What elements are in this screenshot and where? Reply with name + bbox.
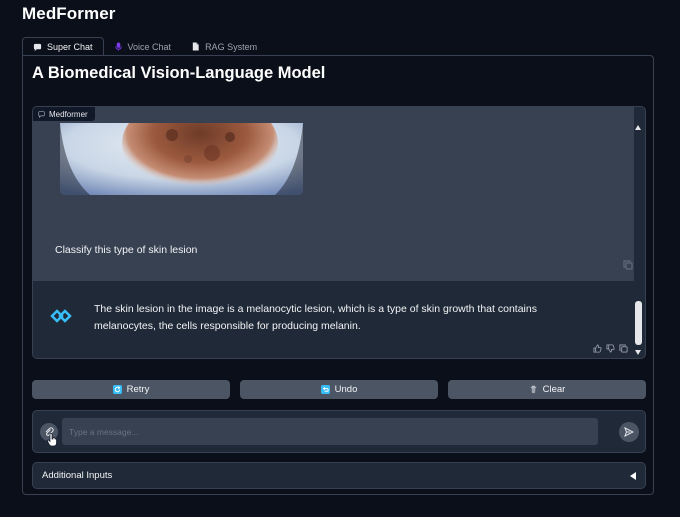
message-actions: [593, 344, 628, 353]
message-input[interactable]: [62, 418, 598, 445]
trash-icon: [530, 385, 536, 394]
chat-action-buttons: Retry Undo Clear: [32, 380, 646, 399]
chatbot-label-text: Medformer: [49, 109, 88, 119]
page-heading: A Biomedical Vision-Language Model: [32, 64, 326, 82]
caret-left-icon: [630, 471, 636, 480]
tab-label: Super Chat: [47, 42, 93, 52]
scroll-down-arrow[interactable]: [635, 350, 641, 355]
copy-icon[interactable]: [623, 260, 633, 270]
thumbs-up-icon[interactable]: [593, 344, 602, 353]
scroll-thumb[interactable]: [635, 301, 642, 345]
accordion-label: Additional Inputs: [42, 470, 113, 481]
retry-button[interactable]: Retry: [32, 380, 230, 399]
thumbs-down-icon[interactable]: [606, 344, 615, 353]
user-message: Classify this type of skin lesion: [33, 107, 634, 281]
tab-voice-chat[interactable]: Voice Chat: [104, 37, 182, 56]
skin-lesion-image: [60, 123, 303, 195]
scroll-up-arrow[interactable]: [635, 125, 641, 130]
bot-message: The skin lesion in the image is a melano…: [33, 281, 634, 358]
chatbot-label: Medformer: [33, 107, 96, 122]
copy-icon[interactable]: [619, 344, 628, 353]
bot-message-text: The skin lesion in the image is a melano…: [94, 303, 537, 332]
chatbot: Medformer Classify this type of skin les…: [32, 106, 646, 359]
chat-icon: [38, 110, 45, 118]
send-icon: [624, 427, 634, 437]
tab-super-chat[interactable]: Super Chat: [22, 37, 104, 56]
chat-scrollbar[interactable]: [634, 125, 643, 355]
undo-button[interactable]: Undo: [240, 380, 438, 399]
clear-label: Clear: [542, 384, 566, 395]
message-composer: [32, 410, 646, 453]
retry-label: Retry: [126, 384, 150, 395]
super-chat-panel: A Biomedical Vision-Language Model Medfo…: [22, 55, 654, 495]
hand-cursor-icon: [47, 433, 57, 447]
clear-button[interactable]: Clear: [448, 380, 646, 399]
user-message-text: Classify this type of skin lesion: [55, 244, 198, 256]
chat-bubble-icon: [33, 43, 42, 51]
undo-icon: [320, 385, 330, 394]
microphone-icon: [114, 42, 122, 51]
tab-label: Voice Chat: [127, 41, 172, 52]
bot-avatar-icon: [50, 309, 72, 323]
send-button[interactable]: [619, 422, 639, 442]
tab-bar: Super Chat Voice Chat RAG System: [22, 37, 267, 56]
tab-label: RAG System: [205, 41, 258, 52]
additional-inputs-accordion[interactable]: Additional Inputs: [32, 462, 646, 489]
app-title: MedFormer: [22, 4, 116, 23]
retry-icon: [112, 385, 122, 394]
tab-rag-system[interactable]: RAG System: [181, 37, 267, 56]
document-icon: [192, 42, 199, 51]
undo-label: Undo: [334, 384, 358, 395]
